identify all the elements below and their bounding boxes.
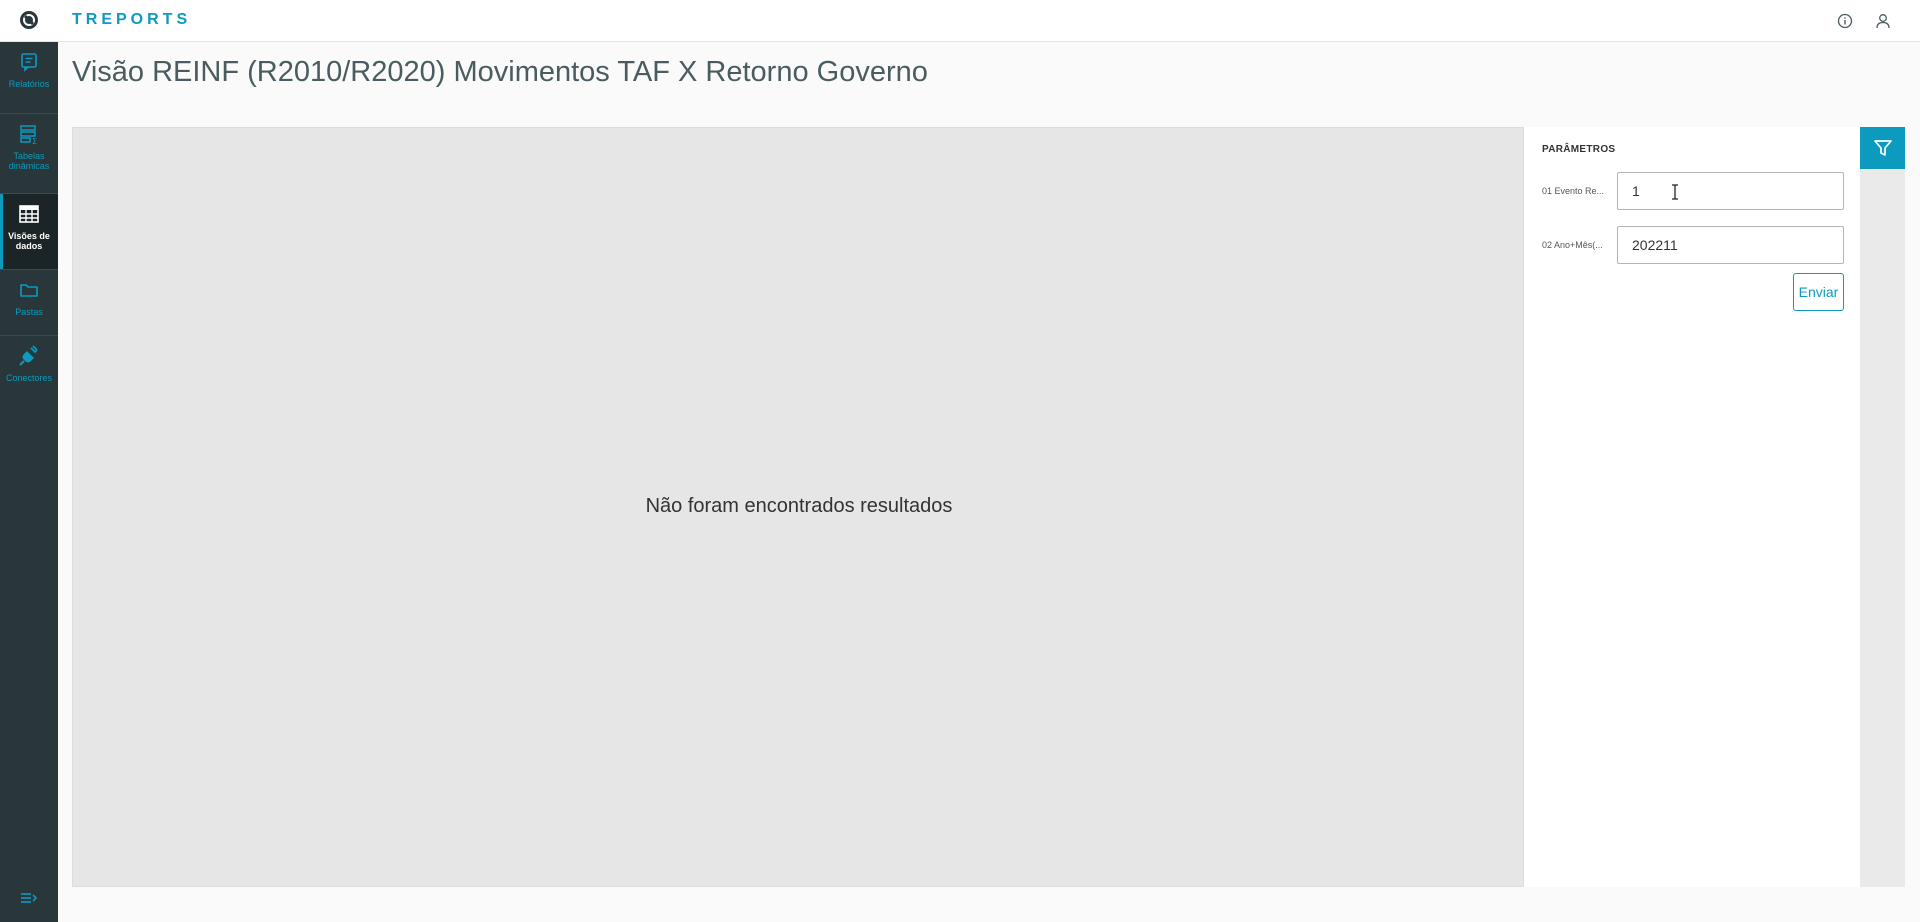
plug-icon bbox=[19, 345, 38, 366]
grid-icon bbox=[19, 205, 39, 223]
sidebar-item-relatorios[interactable]: Relatórios bbox=[0, 42, 58, 114]
sidebar-item-label: Tabelas dinâmicas bbox=[8, 151, 50, 171]
results-area: Não foram encontrados resultados bbox=[72, 127, 1524, 887]
text-cursor-icon bbox=[1672, 184, 1678, 200]
sidebar-item-conectores[interactable]: Conectores bbox=[0, 336, 58, 402]
folder-icon bbox=[20, 284, 38, 297]
report-icon bbox=[21, 53, 37, 72]
sidebar-item-label: Visões de dados bbox=[8, 231, 50, 251]
param-input-evento[interactable] bbox=[1617, 172, 1844, 210]
sidebar-item-label: Pastas bbox=[15, 307, 43, 317]
param-input-ano-mes[interactable] bbox=[1617, 226, 1844, 264]
page-title: Visão REINF (R2010/R2020) Movimentos TAF… bbox=[72, 56, 928, 88]
param-label-evento: 01 Evento Re... bbox=[1542, 186, 1605, 196]
sidebar-item-visoes-de-dados[interactable]: Visões de dados bbox=[0, 194, 58, 270]
sidebar-item-pastas[interactable]: Pastas bbox=[0, 270, 58, 336]
filter-icon bbox=[1873, 140, 1892, 156]
parameters-title: PARÂMETROS bbox=[1542, 144, 1616, 155]
filter-strip bbox=[1860, 127, 1905, 887]
app-logo-icon[interactable] bbox=[19, 10, 39, 30]
svg-text:Σ: Σ bbox=[32, 137, 37, 145]
sidebar: Relatórios Σ Tabelas dinâmicas Visões de… bbox=[0, 42, 58, 922]
send-button[interactable]: Enviar bbox=[1793, 273, 1844, 311]
pivot-table-icon: Σ bbox=[20, 125, 37, 145]
sidebar-item-tabelas-dinamicas[interactable]: Σ Tabelas dinâmicas bbox=[0, 114, 58, 194]
param-label-ano-mes: 02 Ano+Mês(... bbox=[1542, 240, 1603, 250]
empty-results-message: Não foram encontrados resultados bbox=[645, 495, 953, 517]
filter-button[interactable] bbox=[1860, 127, 1905, 169]
expand-menu-icon[interactable] bbox=[20, 890, 38, 906]
sidebar-item-label: Conectores bbox=[5, 373, 53, 383]
info-icon[interactable] bbox=[1836, 12, 1854, 30]
top-bar: TREPORTS bbox=[0, 0, 1920, 42]
user-icon[interactable] bbox=[1874, 12, 1892, 30]
app-brand[interactable]: TREPORTS bbox=[72, 11, 191, 29]
parameters-panel: PARÂMETROS 01 Evento Re... 02 Ano+Mês(..… bbox=[1524, 127, 1860, 887]
sidebar-item-label: Relatórios bbox=[8, 79, 50, 89]
